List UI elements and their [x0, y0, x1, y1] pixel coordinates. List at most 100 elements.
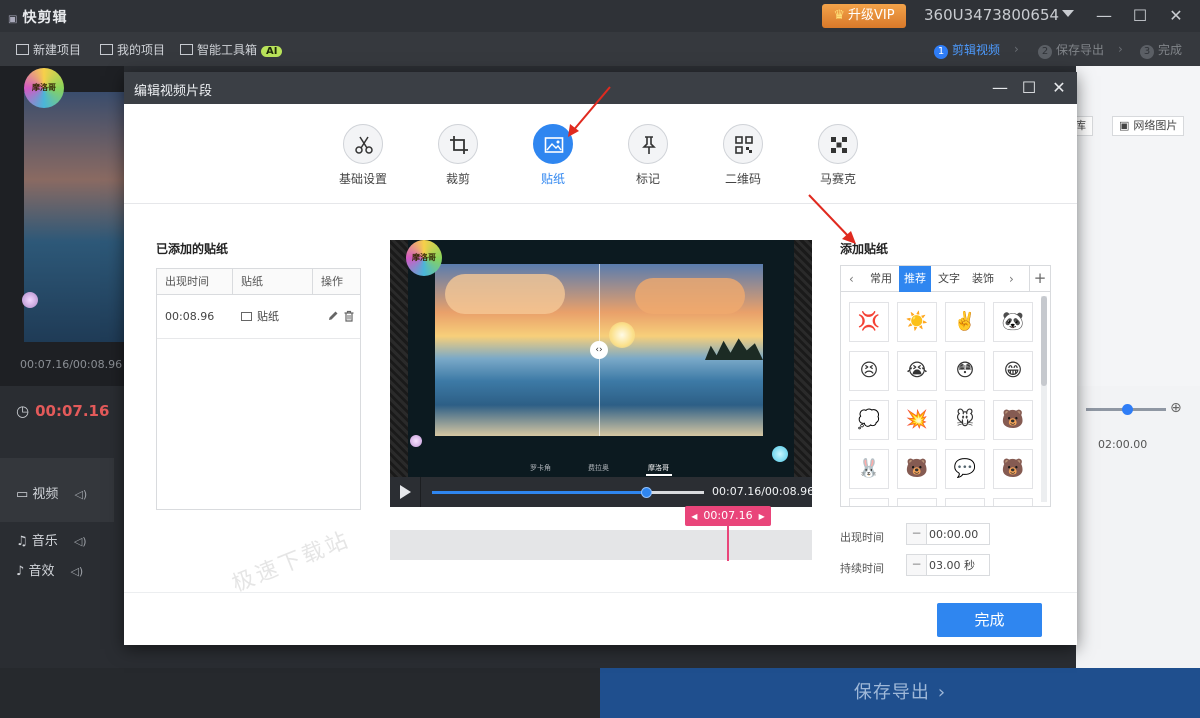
subtitle-label: 费拉奥: [588, 464, 609, 472]
zoom-slider-knob[interactable]: [1122, 404, 1133, 415]
sticker-item[interactable]: [897, 498, 937, 506]
sticker-tab-decoration[interactable]: 装饰: [967, 266, 999, 292]
appear-time-input[interactable]: [929, 525, 987, 543]
bottom-left-bar: [0, 668, 600, 718]
dialog-title: 编辑视频片段: [134, 84, 213, 99]
app-toolbar: 新建项目 我的项目 智能工具箱 AI 1 剪辑视频 › 2 保存导出 › 3 完成: [0, 32, 1200, 66]
step-save-export[interactable]: 2 保存导出: [1038, 41, 1104, 59]
track-video[interactable]: ▭ 视频 ◁): [16, 483, 87, 502]
my-projects-button[interactable]: 我的项目: [100, 41, 165, 58]
sticker-item[interactable]: 💢: [849, 302, 889, 342]
add-category-icon[interactable]: +: [1029, 266, 1050, 292]
watermark: 极速下载站: [228, 527, 355, 598]
save-export-button[interactable]: 保存导出 ›: [600, 668, 1200, 718]
duration-label: 持续时间: [840, 562, 884, 575]
annotation-arrow-icon: [808, 194, 856, 244]
sticker-item[interactable]: [945, 498, 985, 506]
user-id[interactable]: 360U3473800654: [924, 6, 1059, 24]
progress-fill: [432, 491, 647, 494]
maximize-icon[interactable]: ☐: [1019, 78, 1039, 98]
tab-crop[interactable]: 裁剪: [423, 124, 493, 187]
zoom-slider[interactable]: [1086, 404, 1166, 415]
minimize-icon[interactable]: —: [1094, 6, 1114, 26]
tab-mosaic[interactable]: 马赛克: [803, 124, 873, 187]
track-sfx[interactable]: ♪ 音效 ◁): [16, 560, 83, 579]
sticker-item[interactable]: ✌️: [945, 302, 985, 342]
sticker-item[interactable]: 😁: [993, 351, 1033, 391]
sticker-item[interactable]: 💭: [849, 400, 889, 440]
step-edit-video[interactable]: 1 剪辑视频: [934, 41, 1000, 59]
maximize-icon[interactable]: ☐: [1130, 6, 1150, 26]
edit-pencil-icon[interactable]: [327, 310, 339, 322]
close-icon[interactable]: ✕: [1166, 6, 1186, 26]
sticker-tab-text[interactable]: 文字: [933, 266, 965, 292]
sticker-item[interactable]: 💬: [945, 449, 985, 489]
app-logo: ▣ 快剪辑: [8, 10, 68, 26]
volume-icon[interactable]: ◁): [74, 488, 87, 501]
decor-dot: [410, 435, 422, 447]
sticker-item[interactable]: 🐰: [849, 449, 889, 489]
decrement-button[interactable]: −: [907, 524, 927, 544]
duration-input[interactable]: [929, 556, 987, 574]
progress-bar[interactable]: [432, 487, 704, 498]
plus-square-icon: [16, 44, 29, 55]
duration-stepper[interactable]: −: [906, 554, 990, 576]
sticker-scrollbar[interactable]: [1041, 296, 1047, 502]
sticker-item[interactable]: [849, 498, 889, 506]
network-image-button[interactable]: ▣ 网络图片: [1112, 116, 1185, 136]
sticker-item[interactable]: ☀️: [897, 302, 937, 342]
crown-icon: ♛: [833, 8, 846, 23]
step-finish[interactable]: 3 完成: [1140, 41, 1182, 59]
volume-icon[interactable]: ◁): [74, 535, 87, 548]
decrement-button[interactable]: −: [907, 555, 927, 575]
sticker-item[interactable]: 🐻: [993, 449, 1033, 489]
tab-qrcode[interactable]: 二维码: [708, 124, 778, 187]
clock-icon: ◷: [16, 402, 30, 420]
upgrade-vip-button[interactable]: ♛ 升级VIP: [822, 4, 906, 28]
play-icon[interactable]: [400, 485, 411, 499]
logo-badge: 摩洛哥: [24, 68, 64, 108]
sticker-item[interactable]: 😣: [849, 351, 889, 391]
close-icon[interactable]: ✕: [1049, 78, 1069, 98]
playhead-marker[interactable]: ◀ 00:07.16 ▶: [685, 506, 771, 526]
sticker-tab-recommended[interactable]: 推荐: [899, 266, 931, 292]
tab-basic-settings[interactable]: 基础设置: [328, 124, 398, 187]
sticker-tab-common[interactable]: 常用: [865, 266, 897, 292]
compare-handle-icon[interactable]: ‹›: [590, 341, 608, 359]
sticker-item[interactable]: 🐻: [897, 449, 937, 489]
decor-dot: [22, 292, 38, 308]
video-scene: ‹›: [435, 264, 763, 436]
image-icon: [241, 312, 252, 321]
progress-knob[interactable]: [640, 487, 652, 498]
new-project-button[interactable]: 新建项目: [16, 41, 81, 58]
sticker-item[interactable]: [993, 498, 1033, 506]
row-time: 00:08.96: [165, 310, 215, 323]
track-music[interactable]: ♫ 音乐 ◁): [16, 530, 87, 549]
image-icon: ▣: [1119, 119, 1130, 132]
appear-time-stepper[interactable]: −: [906, 523, 990, 545]
sticker-item[interactable]: 🐻: [993, 400, 1033, 440]
video-player: ‹› 罗卡角 费拉奥 摩洛哥 摩洛哥 00:07.16/00:08.96: [390, 240, 814, 507]
sticker-item[interactable]: 😭: [897, 351, 937, 391]
sticker-item[interactable]: 💥: [897, 400, 937, 440]
added-stickers-table: 出现时间 贴纸 操作 00:08.96 贴纸: [156, 268, 361, 510]
trash-icon[interactable]: [343, 310, 355, 322]
sticker-item[interactable]: 🐭: [945, 400, 985, 440]
volume-icon[interactable]: ◁): [70, 565, 83, 578]
done-button[interactable]: 完成: [937, 603, 1042, 637]
tab-mark[interactable]: 标记: [613, 124, 683, 187]
scrollbar-thumb[interactable]: [1041, 296, 1047, 386]
chevron-left-icon[interactable]: ‹: [849, 266, 854, 292]
sticker-item[interactable]: 😳: [945, 351, 985, 391]
minimize-icon[interactable]: —: [990, 78, 1010, 98]
user-menu-caret-icon[interactable]: [1062, 10, 1074, 17]
chevron-right-icon[interactable]: ›: [1009, 266, 1014, 292]
caret-left-icon[interactable]: ◀: [691, 512, 697, 521]
table-row[interactable]: 00:08.96 贴纸: [157, 295, 360, 339]
smart-toolbox-button[interactable]: 智能工具箱 AI: [180, 41, 283, 58]
clip-strip[interactable]: [390, 530, 812, 560]
zoom-in-icon[interactable]: ⊕: [1170, 400, 1182, 416]
caret-right-icon[interactable]: ▶: [759, 512, 765, 521]
sticker-item[interactable]: 🐼: [993, 302, 1033, 342]
sticker-category-tabs: ‹ 常用 推荐 文字 装饰 › +: [841, 266, 1050, 292]
